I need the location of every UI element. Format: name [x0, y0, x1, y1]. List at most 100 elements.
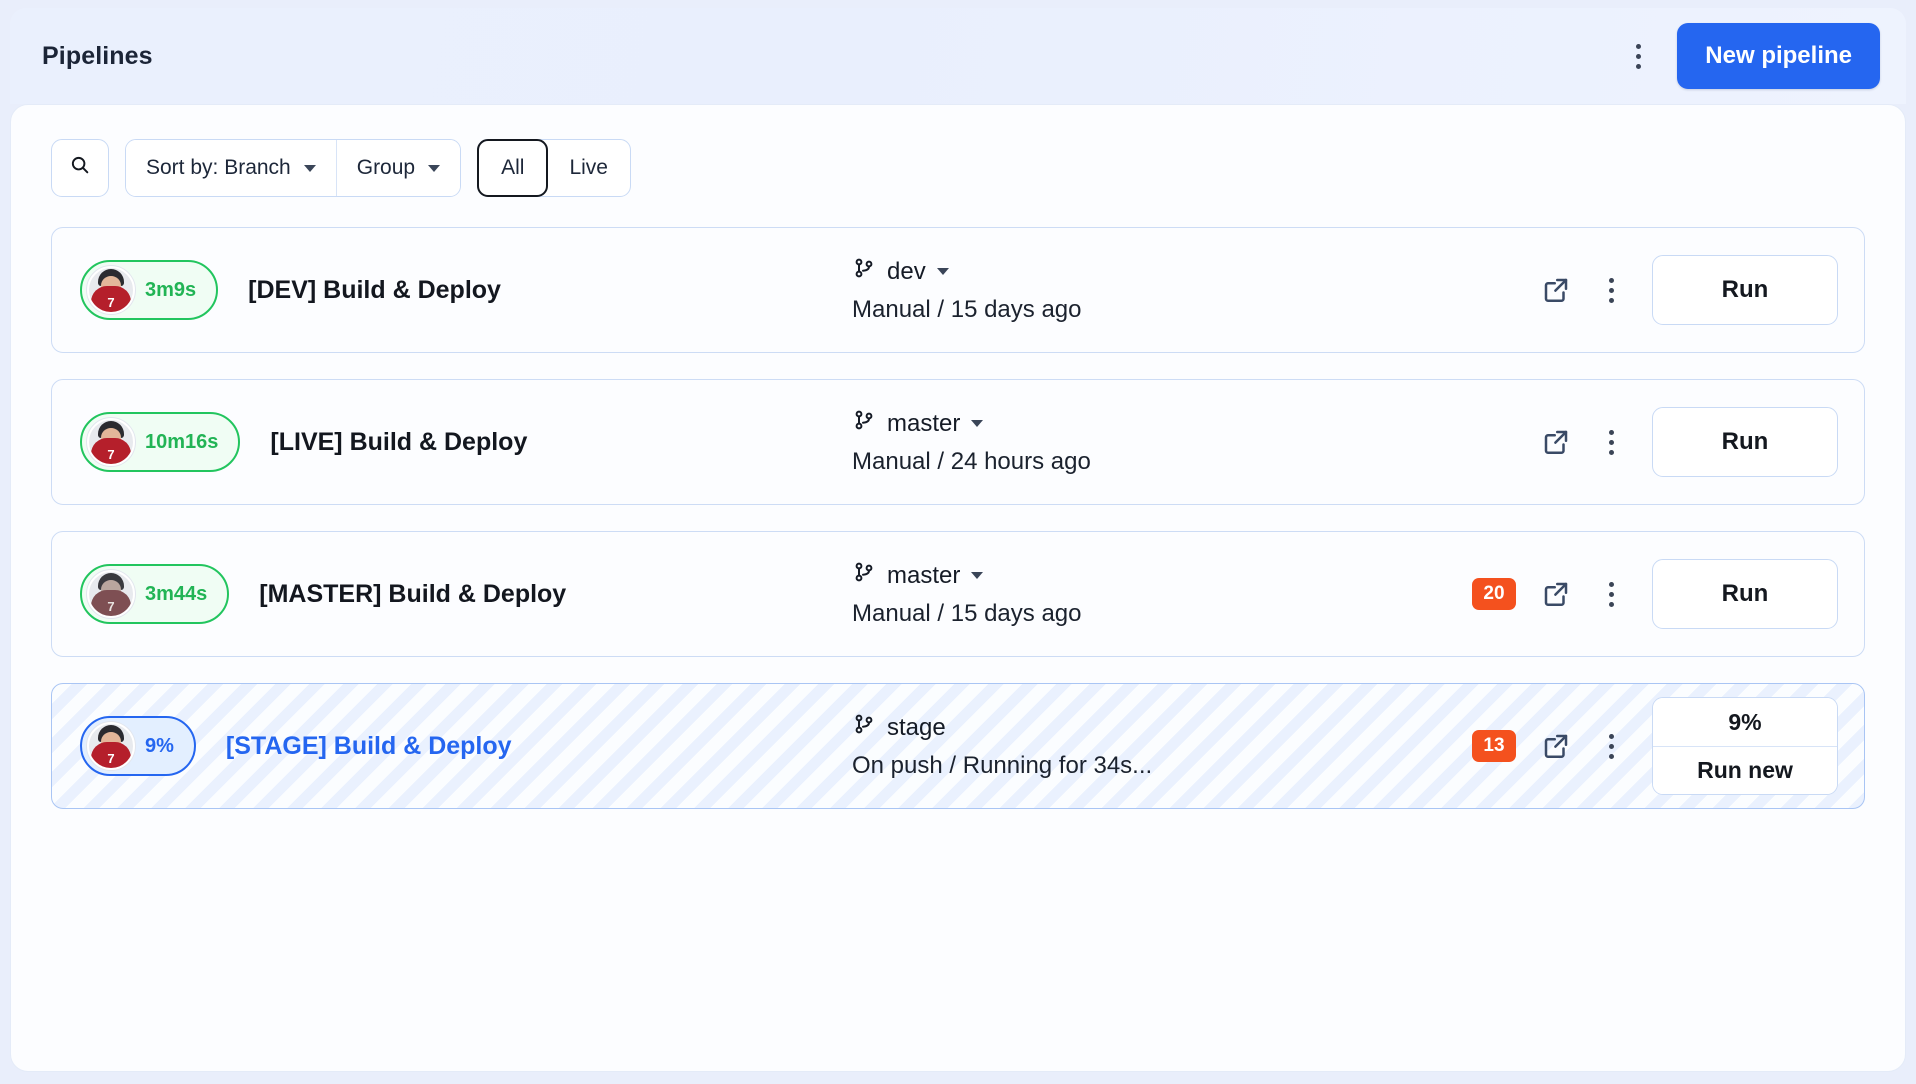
- pipeline-title[interactable]: [STAGE] Build & Deploy: [226, 732, 512, 761]
- status-pill: 7 3m44s: [80, 564, 230, 624]
- header-actions: New pipeline: [1621, 23, 1880, 89]
- new-pipeline-button[interactable]: New pipeline: [1677, 23, 1880, 89]
- pipeline-row[interactable]: 7 3m44s [MASTER] Build & Deploy master M…: [51, 531, 1865, 657]
- avatar-number: 7: [107, 295, 115, 310]
- dot: [1608, 753, 1614, 759]
- run-button[interactable]: Run: [1652, 407, 1838, 477]
- branch-icon: [852, 256, 876, 287]
- trigger-info: Manual / 15 days ago: [852, 296, 1082, 323]
- sort-by-dropdown[interactable]: Sort by: Branch: [126, 140, 336, 196]
- branch-label: master: [887, 409, 961, 437]
- duration-label: 3m44s: [145, 582, 208, 605]
- run-button[interactable]: Run: [1652, 559, 1838, 629]
- kebab-menu-icon[interactable]: [1596, 724, 1626, 768]
- kebab-menu-icon[interactable]: [1596, 268, 1626, 312]
- pipeline-row[interactable]: 7 10m16s [LIVE] Build & Deploy master Ma…: [51, 379, 1865, 505]
- kebab-menu-icon[interactable]: [1621, 34, 1655, 78]
- dot: [1608, 297, 1614, 303]
- run-button[interactable]: Run: [1652, 255, 1838, 325]
- search-icon: [69, 154, 91, 182]
- chevron-down-icon: [303, 164, 316, 172]
- branch-icon: [852, 560, 876, 591]
- dot: [1608, 591, 1614, 597]
- dot: [1608, 287, 1614, 293]
- branch-icon: [852, 712, 876, 743]
- dot: [1608, 743, 1614, 749]
- view-toggle-group: All Live: [477, 139, 631, 197]
- branch-icon: [852, 408, 876, 439]
- pipeline-row[interactable]: 7 9% [STAGE] Build & Deploy stage On pus…: [51, 683, 1865, 809]
- toolbar: Sort by: Branch Group All Live: [51, 139, 1865, 197]
- duration-label: 3m9s: [145, 278, 197, 301]
- branch-chevron-down-icon[interactable]: [971, 572, 984, 579]
- group-label: Group: [356, 156, 416, 179]
- avatar-number: 7: [107, 447, 115, 462]
- branch-label: stage: [887, 713, 946, 741]
- avatar: 7: [87, 722, 135, 770]
- page-header: Pipelines New pipeline: [10, 8, 1906, 104]
- pipeline-meta: stage On push / Running for 34s...: [852, 712, 1152, 780]
- chevron-down-icon: [428, 164, 441, 172]
- external-link-icon[interactable]: [1536, 270, 1576, 310]
- branch-selector[interactable]: stage: [852, 712, 1152, 743]
- branch-selector[interactable]: master: [852, 560, 1082, 591]
- dot: [1608, 581, 1614, 587]
- branch-selector[interactable]: master: [852, 408, 1091, 439]
- kebab-menu-icon[interactable]: [1596, 420, 1626, 464]
- dot: [1635, 53, 1641, 59]
- dot: [1608, 277, 1614, 283]
- page-title: Pipelines: [42, 41, 153, 70]
- avatar-number: 7: [107, 751, 115, 766]
- avatar-number: 7: [107, 599, 115, 614]
- avatar: 7: [87, 266, 135, 314]
- branch-selector[interactable]: dev: [852, 256, 1082, 287]
- duration-label: 10m16s: [145, 430, 219, 453]
- dot: [1608, 429, 1614, 435]
- avatar: 7: [87, 570, 135, 618]
- pipeline-title[interactable]: [LIVE] Build & Deploy: [270, 428, 527, 457]
- progress-label: 9%: [1653, 698, 1837, 746]
- dot: [1608, 733, 1614, 739]
- external-link-icon[interactable]: [1536, 726, 1576, 766]
- trigger-info: Manual / 15 days ago: [852, 600, 1082, 627]
- status-pill: 7 9%: [80, 716, 196, 776]
- kebab-menu-icon[interactable]: [1596, 572, 1626, 616]
- pipeline-list: 7 3m9s [DEV] Build & Deploy dev Manual /…: [51, 227, 1865, 809]
- trigger-info: Manual / 24 hours ago: [852, 448, 1091, 475]
- dot: [1608, 439, 1614, 445]
- pipelines-card: Sort by: Branch Group All Live 7 3m9s [D…: [10, 104, 1906, 1072]
- sort-by-label: Sort by: Branch: [146, 156, 291, 179]
- row-actions: 13 9% Run new: [1472, 697, 1838, 795]
- row-actions: 20 Run: [1472, 559, 1838, 629]
- avatar: 7: [87, 418, 135, 466]
- pipeline-row[interactable]: 7 3m9s [DEV] Build & Deploy dev Manual /…: [51, 227, 1865, 353]
- status-pill: 7 3m9s: [80, 260, 219, 320]
- group-dropdown[interactable]: Group: [335, 140, 461, 196]
- branch-label: master: [887, 561, 961, 589]
- pipelines-page: Pipelines New pipeline Sort by: Branch G…: [0, 0, 1916, 1084]
- branch-chevron-down-icon[interactable]: [936, 268, 949, 275]
- count-badge[interactable]: 13: [1472, 730, 1516, 762]
- dot: [1635, 43, 1641, 49]
- dot: [1635, 63, 1641, 69]
- external-link-icon[interactable]: [1536, 574, 1576, 614]
- row-actions: Run: [1536, 255, 1838, 325]
- dot: [1608, 601, 1614, 607]
- row-actions: Run: [1536, 407, 1838, 477]
- count-badge[interactable]: 20: [1472, 578, 1516, 610]
- run-new-button[interactable]: Run new: [1653, 746, 1837, 794]
- filter-group: Sort by: Branch Group: [125, 139, 462, 197]
- branch-chevron-down-icon[interactable]: [971, 420, 984, 427]
- pipeline-meta: dev Manual / 15 days ago: [852, 256, 1082, 324]
- pipeline-title[interactable]: [DEV] Build & Deploy: [248, 276, 501, 305]
- toggle-live[interactable]: Live: [547, 140, 630, 196]
- branch-label: dev: [887, 257, 926, 285]
- pipeline-title[interactable]: [MASTER] Build & Deploy: [259, 580, 566, 609]
- trigger-info: On push / Running for 34s...: [852, 752, 1153, 779]
- run-split-button: 9% Run new: [1652, 697, 1838, 795]
- pipeline-meta: master Manual / 24 hours ago: [852, 408, 1091, 476]
- duration-label: 9%: [145, 734, 174, 757]
- external-link-icon[interactable]: [1536, 422, 1576, 462]
- toggle-all[interactable]: All: [477, 139, 549, 197]
- search-button[interactable]: [51, 139, 109, 197]
